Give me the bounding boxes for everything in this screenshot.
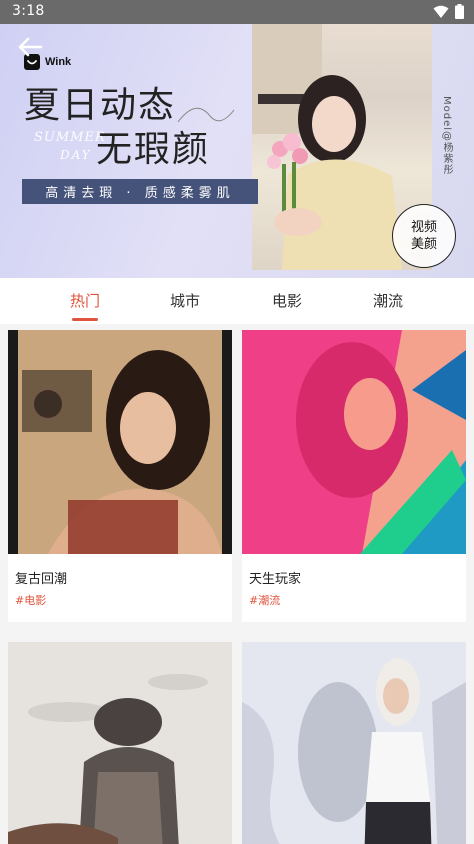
battery-icon — [455, 4, 464, 19]
tab-movie[interactable]: 电影 — [272, 290, 302, 311]
template-card[interactable] — [242, 642, 466, 844]
category-tabs: 热门 城市 电影 潮流 — [0, 278, 474, 324]
card-title: 复古回潮 — [15, 572, 68, 587]
promo-banner[interactable]: Wink 夏日动态 SUMMER DAY 无瑕颜 高清去瑕 · 质感柔雾肌 Mo… — [0, 24, 474, 278]
video-beauty-badge[interactable]: 视频 美颜 — [392, 204, 456, 268]
status-icons — [433, 4, 464, 19]
model-credit: Model@杨紫彤 — [441, 96, 452, 176]
back-arrow-icon — [18, 37, 43, 57]
card-tag[interactable]: #潮流 — [249, 592, 280, 608]
tab-city[interactable]: 城市 — [170, 290, 200, 311]
banner-headline-2: 无瑕颜 — [96, 129, 211, 170]
template-card[interactable] — [8, 642, 232, 844]
back-button[interactable] — [16, 36, 44, 58]
card-image — [242, 330, 466, 554]
badge-line-2: 美颜 — [410, 237, 437, 252]
template-card[interactable]: 天生玩家 #潮流 — [242, 330, 466, 622]
banner-deco-day: DAY — [60, 148, 92, 162]
badge-line-1: 视频 — [410, 220, 437, 235]
card-image — [8, 330, 232, 554]
banner-tagline-bar: 高清去瑕 · 质感柔雾肌 — [22, 179, 258, 204]
template-card[interactable]: 复古回潮 #电影 — [8, 330, 232, 622]
brand-name: Wink — [45, 56, 72, 68]
card-image — [242, 642, 466, 844]
card-title: 天生玩家 — [249, 572, 302, 587]
banner-tagline: 高清去瑕 · 质感柔雾肌 — [45, 186, 235, 201]
card-image — [8, 642, 232, 844]
banner-deco-summer: SUMMER — [34, 130, 106, 145]
tab-trend[interactable]: 潮流 — [373, 290, 403, 311]
status-bar: 3:18 — [0, 0, 474, 24]
active-tab-indicator — [72, 318, 98, 321]
wifi-icon — [433, 5, 449, 18]
tab-hot[interactable]: 热门 — [70, 290, 100, 311]
card-tag[interactable]: #电影 — [15, 592, 46, 608]
status-time: 3:18 — [12, 3, 45, 19]
